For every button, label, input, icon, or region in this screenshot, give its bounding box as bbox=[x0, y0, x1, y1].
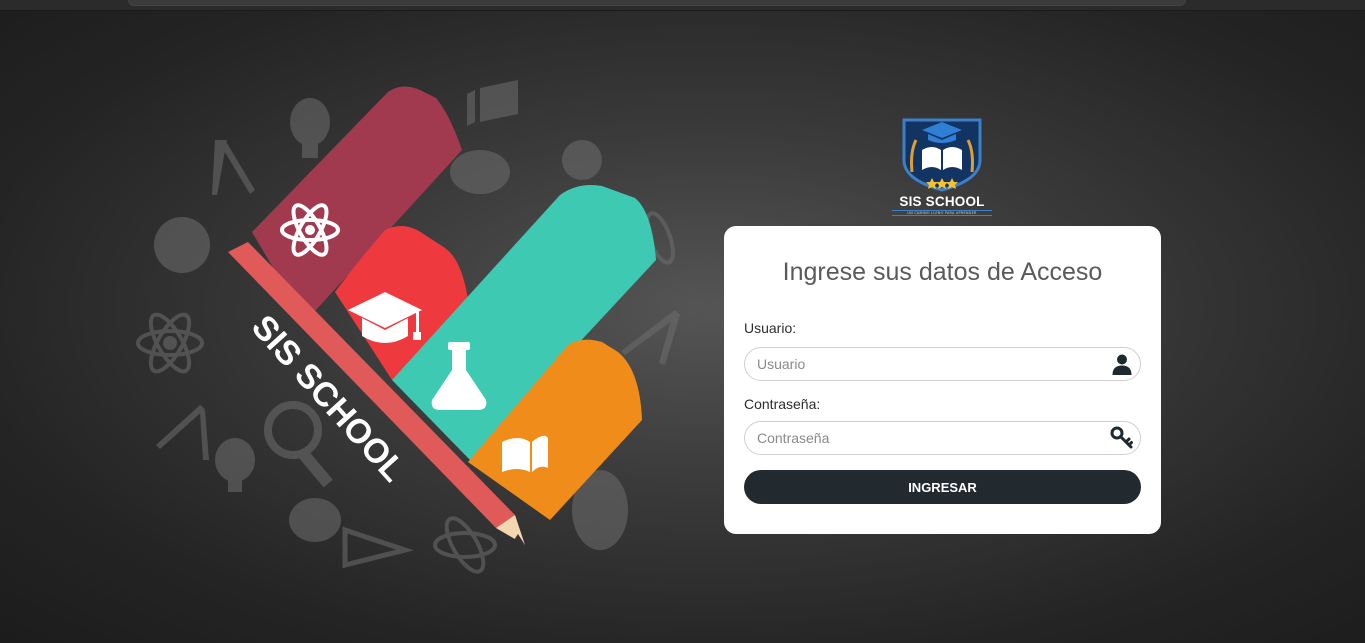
sis-school-logo: SIS SCHOOL UN CAMINO LLENO PARA APRENDER bbox=[892, 112, 992, 220]
logo-title: SIS SCHOOL bbox=[899, 194, 985, 209]
atom-icon bbox=[136, 312, 204, 374]
shield-logo-icon bbox=[902, 118, 982, 192]
password-input[interactable] bbox=[757, 422, 1097, 454]
username-label: Usuario: bbox=[744, 320, 797, 336]
key-icon bbox=[1110, 426, 1133, 449]
compass-left-icon bbox=[156, 405, 209, 460]
user-icon bbox=[1112, 354, 1132, 375]
open-book-icon bbox=[502, 435, 548, 472]
palette-icon bbox=[289, 498, 341, 542]
browser-top-bar bbox=[0, 0, 1365, 11]
compass-right-icon bbox=[621, 310, 680, 365]
lightbulb-icon bbox=[290, 98, 330, 158]
password-field bbox=[744, 421, 1141, 455]
globe-icon bbox=[154, 217, 210, 273]
login-title: Ingrese sus datos de Acceso bbox=[782, 258, 1103, 286]
password-label: Contraseña: bbox=[744, 396, 821, 412]
browser-address-bar[interactable] bbox=[128, 0, 1186, 6]
triangle-ruler-icon bbox=[342, 526, 414, 569]
ingresar-button[interactable]: INGRESAR bbox=[744, 470, 1141, 504]
book-icon bbox=[467, 80, 518, 126]
logo-tagline: UN CAMINO LLENO PARA APRENDER bbox=[892, 210, 992, 216]
sis-school-illustration: SIS SCHOOL bbox=[136, 80, 680, 574]
lightbulb-small-icon bbox=[215, 438, 255, 492]
username-input[interactable] bbox=[757, 348, 1097, 380]
username-field bbox=[744, 347, 1141, 381]
atom-bottom-icon bbox=[433, 516, 497, 574]
palette-top-icon bbox=[450, 150, 510, 194]
login-card: Ingrese sus datos de Acceso Usuario: Con… bbox=[724, 226, 1161, 534]
lightbulb-top-icon bbox=[562, 140, 602, 180]
compass-icon bbox=[212, 140, 255, 195]
